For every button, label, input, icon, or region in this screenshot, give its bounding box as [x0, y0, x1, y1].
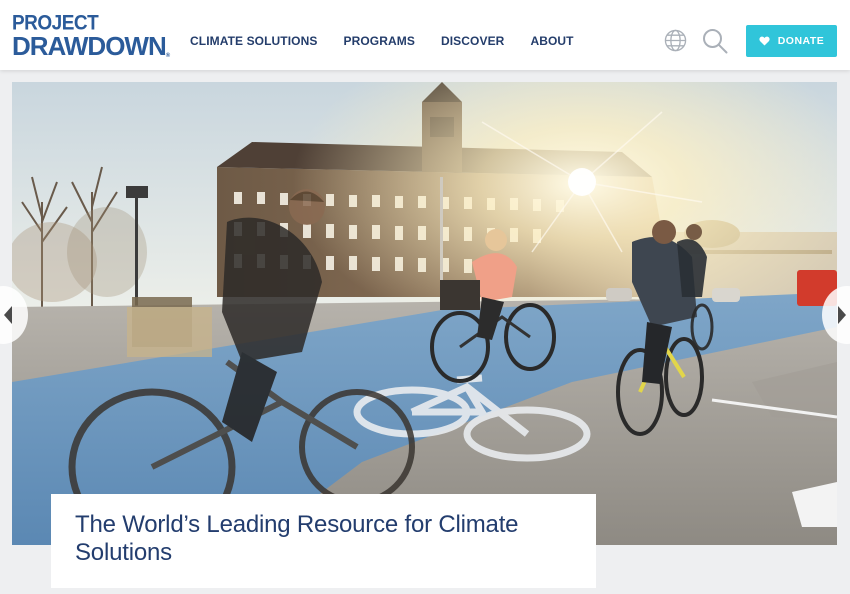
hero-photo [12, 82, 837, 545]
site-header: PROJECT DRAWDOWN® CLIMATE SOLUTIONS PROG… [0, 0, 850, 70]
donate-button[interactable]: DONATE [746, 25, 837, 57]
hero-headline: The World’s Leading Resource for Climate… [75, 511, 519, 566]
hero-headline-card: The World’s Leading Resource for Climate… [51, 494, 596, 588]
nav-about[interactable]: ABOUT [530, 34, 573, 48]
logo-trademark: ® [165, 53, 171, 59]
search-icon[interactable] [702, 28, 728, 54]
logo-line-2-text: DRAWDOWN [12, 31, 167, 61]
nav-programs[interactable]: PROGRAMS [343, 34, 414, 48]
globe-icon[interactable] [664, 29, 687, 52]
logo-line-1: PROJECT [12, 11, 99, 35]
donate-label: DONATE [777, 35, 825, 47]
project-drawdown-logo[interactable]: PROJECT DRAWDOWN® [12, 13, 170, 59]
nav-discover[interactable]: DISCOVER [441, 34, 504, 48]
logo-line-2: DRAWDOWN® [12, 33, 170, 59]
nav-climate-solutions[interactable]: CLIMATE SOLUTIONS [190, 34, 317, 48]
hero-image [12, 82, 837, 545]
heart-icon [759, 36, 770, 46]
main-nav: CLIMATE SOLUTIONS PROGRAMS DISCOVER ABOU… [190, 34, 574, 48]
